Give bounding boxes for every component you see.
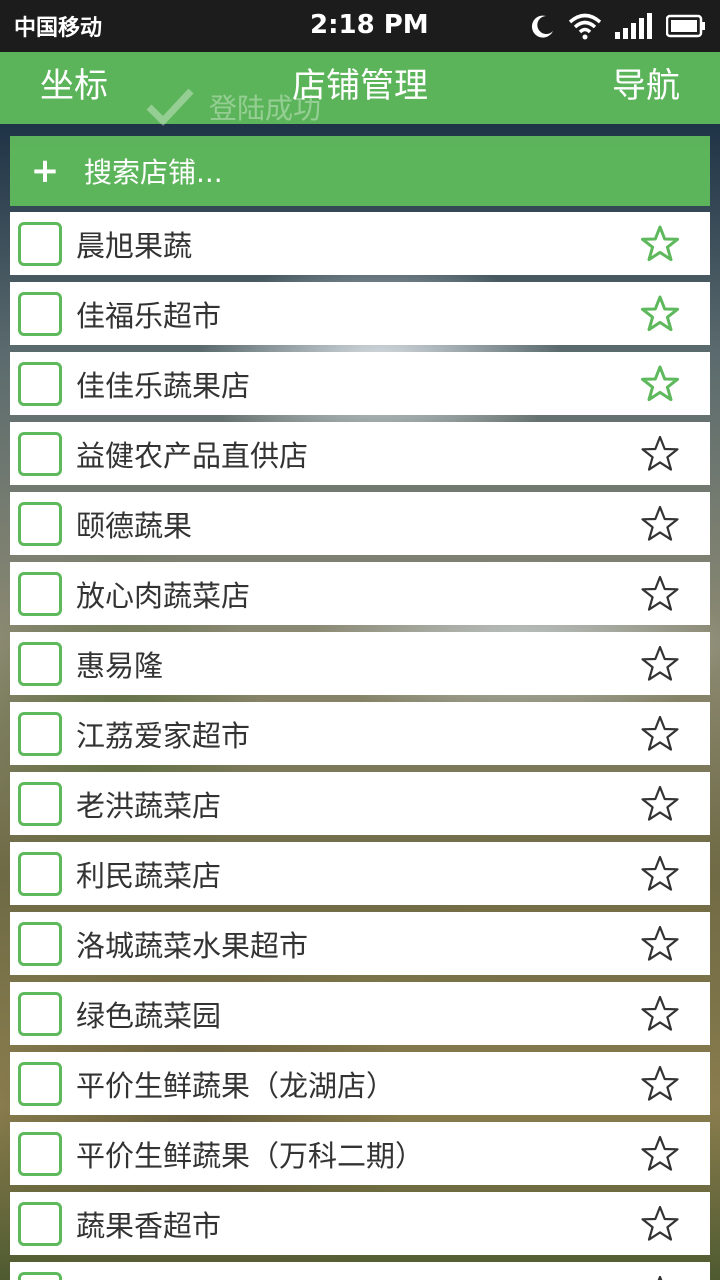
store-name: 老洪蔬菜店 bbox=[76, 788, 222, 823]
store-name: 蔬果香超市 bbox=[76, 1208, 222, 1243]
star-icon[interactable] bbox=[640, 784, 680, 824]
list-item[interactable]: 佳佳乐蔬果店 bbox=[10, 352, 710, 415]
star-filled-icon[interactable] bbox=[640, 294, 680, 334]
store-checkbox[interactable] bbox=[18, 571, 62, 616]
star-icon[interactable] bbox=[640, 994, 680, 1034]
star-icon[interactable] bbox=[640, 644, 680, 684]
list-item[interactable]: 惠易隆 bbox=[10, 632, 710, 695]
store-checkbox[interactable] bbox=[18, 501, 62, 546]
star-icon[interactable] bbox=[640, 854, 680, 894]
status-icons bbox=[528, 12, 706, 40]
store-name: 兴隆大田蔬菜店 bbox=[76, 1273, 279, 1280]
store-name: 平价生鲜蔬果（万科二期） bbox=[76, 1138, 425, 1173]
list-item[interactable]: 兴隆大田蔬菜店 bbox=[10, 1262, 710, 1280]
list-item[interactable]: 蔬果香超市 bbox=[10, 1192, 710, 1255]
store-checkbox[interactable] bbox=[18, 221, 62, 266]
star-icon[interactable] bbox=[640, 1064, 680, 1104]
list-item[interactable]: 平价生鲜蔬果（龙湖店） bbox=[10, 1052, 710, 1115]
wifi-icon bbox=[568, 13, 602, 40]
star-icon[interactable] bbox=[640, 1204, 680, 1244]
search-placeholder: 搜索店铺... bbox=[84, 156, 223, 189]
star-icon[interactable] bbox=[640, 1134, 680, 1174]
star-icon[interactable] bbox=[640, 504, 680, 544]
store-checkbox[interactable] bbox=[18, 711, 62, 756]
store-checkbox[interactable] bbox=[18, 781, 62, 826]
store-name: 惠易隆 bbox=[76, 648, 164, 683]
list-item[interactable]: 平价生鲜蔬果（万科二期） bbox=[10, 1122, 710, 1185]
store-list: 晨旭果蔬佳福乐超市佳佳乐蔬果店益健农产品直供店 颐德蔬果放心肉蔬菜店 惠易隆江荔爱家… bbox=[10, 212, 710, 1280]
store-checkbox[interactable] bbox=[18, 991, 62, 1036]
list-item[interactable]: 颐德蔬果 bbox=[10, 492, 710, 555]
store-name: 佳福乐超市 bbox=[76, 298, 222, 333]
store-name: 佳佳乐蔬果店 bbox=[76, 368, 251, 403]
store-checkbox[interactable] bbox=[18, 1131, 62, 1176]
list-item[interactable]: 绿色蔬菜园 bbox=[10, 982, 710, 1045]
list-item[interactable]: 洛城蔬菜水果超市 bbox=[10, 912, 710, 975]
star-icon[interactable] bbox=[640, 574, 680, 614]
store-name: 平价生鲜蔬果（龙湖店） bbox=[76, 1068, 396, 1103]
list-item[interactable]: 晨旭果蔬 bbox=[10, 212, 710, 275]
store-name: 晨旭果蔬 bbox=[76, 228, 193, 263]
star-filled-icon[interactable] bbox=[640, 224, 680, 264]
store-name: 江荔爱家超市 bbox=[76, 718, 251, 753]
carrier-name: 中国移动 bbox=[14, 16, 103, 41]
moon-icon bbox=[531, 15, 553, 38]
store-checkbox[interactable] bbox=[18, 851, 62, 896]
store-checkbox[interactable] bbox=[18, 1061, 62, 1106]
add-icon[interactable]: + bbox=[10, 151, 80, 191]
list-item[interactable]: 佳福乐超市 bbox=[10, 282, 710, 345]
store-checkbox[interactable] bbox=[18, 921, 62, 966]
store-name: 利民蔬菜店 bbox=[76, 858, 222, 893]
search-store-bar[interactable]: + 搜索店铺... bbox=[10, 136, 710, 206]
star-icon[interactable] bbox=[640, 924, 680, 964]
list-item[interactable]: 放心肉蔬菜店 bbox=[10, 562, 710, 625]
app-bar: 店铺管理 坐标 导航 bbox=[0, 52, 720, 124]
store-checkbox[interactable] bbox=[18, 1201, 62, 1246]
checkmark-icon bbox=[146, 88, 194, 127]
list-item[interactable]: 益健农产品直供店 bbox=[10, 422, 710, 485]
star-icon[interactable] bbox=[640, 434, 680, 474]
clock: 2:18 PM bbox=[310, 10, 429, 40]
navigation-button[interactable]: 导航 bbox=[612, 64, 680, 108]
list-item[interactable]: 利民蔬菜店 bbox=[10, 842, 710, 905]
star-filled-icon[interactable] bbox=[640, 364, 680, 404]
store-checkbox[interactable] bbox=[18, 431, 62, 476]
star-icon[interactable] bbox=[640, 1274, 680, 1280]
star-icon[interactable] bbox=[640, 714, 680, 754]
store-name: 颐德蔬果 bbox=[76, 508, 193, 543]
store-checkbox[interactable] bbox=[18, 291, 62, 336]
store-checkbox[interactable] bbox=[18, 641, 62, 686]
toast-text: 登陆成功 bbox=[209, 92, 322, 125]
store-name: 放心肉蔬菜店 bbox=[76, 578, 251, 613]
list-item[interactable]: 江荔爱家超市 bbox=[10, 702, 710, 765]
store-checkbox[interactable] bbox=[18, 361, 62, 406]
battery-icon bbox=[666, 14, 705, 38]
store-name: 洛城蔬菜水果超市 bbox=[76, 928, 309, 963]
store-checkbox[interactable] bbox=[18, 1271, 62, 1280]
status-bar: 中国移动 2:18 PM bbox=[0, 0, 720, 52]
login-success-toast: 登陆成功 bbox=[145, 82, 321, 132]
list-item[interactable]: 老洪蔬菜店 bbox=[10, 772, 710, 835]
coordinates-button[interactable]: 坐标 bbox=[40, 64, 108, 108]
store-name: 绿色蔬菜园 bbox=[76, 998, 222, 1033]
store-name: 益健农产品直供店 bbox=[76, 438, 309, 473]
signal-icon bbox=[615, 13, 652, 39]
